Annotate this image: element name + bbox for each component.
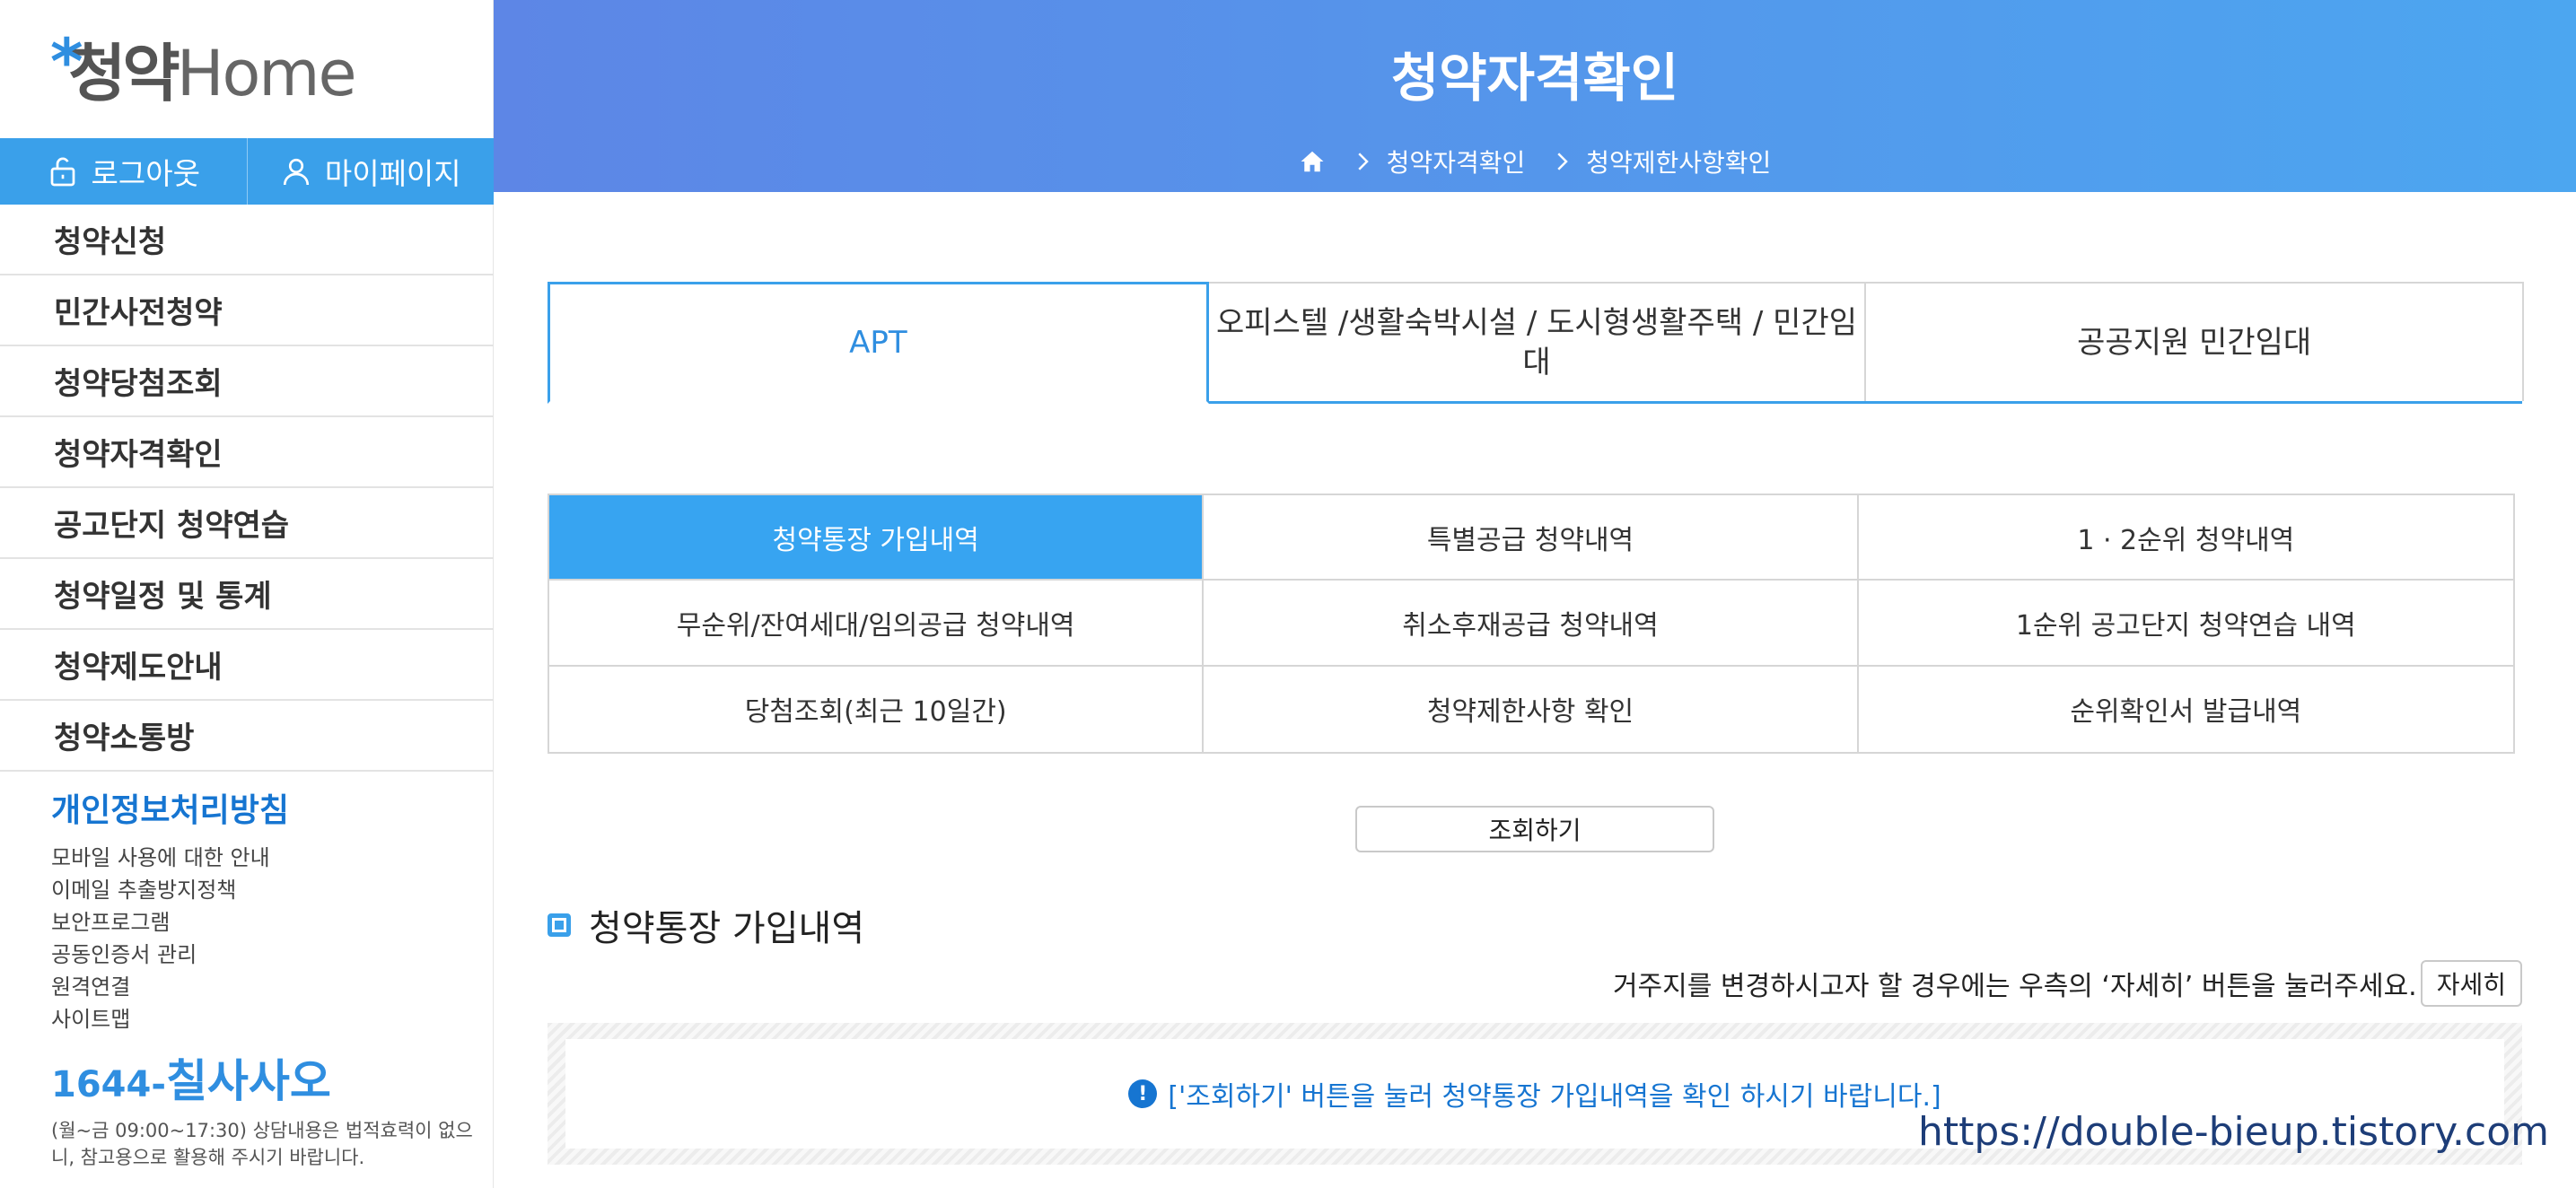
tab-officetel[interactable]: 오피스텔 /생활숙박시설 / 도시형생활주택 / 민간임대 [1206,282,1867,401]
unlock-icon [50,157,74,187]
sidebar-item-pre-apply[interactable]: 민간사전청약 [0,275,494,346]
sub-tab-grid: 청약통장 가입내역 특별공급 청약내역 1 · 2순위 청약내역 무순위/잔여세… [548,494,2515,754]
mypage-label: 마이페이지 [324,156,461,191]
breadcrumb-home[interactable] [1299,148,1326,175]
subtab-rank-certificate[interactable]: 순위확인서 발급내역 [1859,667,2513,752]
sidebar-item-winning-check[interactable]: 청약당첨조회 [0,346,494,417]
address-notice: 거주지를 변경하시고자 할 경우에는 우측의 ‘자세히’ 버튼을 눌러주세요. … [1613,960,2522,1007]
breadcrumb-label: 청약자격확인 [1386,148,1526,178]
user-icon [283,158,309,186]
security-program-link[interactable]: 보안프로그램 [51,906,482,939]
subtab-rank-1-2[interactable]: 1 · 2순위 청약내역 [1858,495,2513,581]
sidebar-item-practice[interactable]: 공고단지 청약연습 [0,488,494,559]
contact-info: 1644-칠사사오 (월~금 09:00~17:30) 상담내용은 법적효력이 … [51,1045,491,1171]
mobile-guide-link[interactable]: 모바일 사용에 대한 안내 [51,842,482,874]
policy-links: 개인정보처리방침 모바일 사용에 대한 안내 이메일 추출방지정책 보안프로그램… [51,784,482,1035]
sidebar-item-schedule[interactable]: 청약일정 및 통계 [0,559,494,630]
remote-link[interactable]: 원격연결 [51,971,482,1003]
mypage-button[interactable]: 마이페이지 [246,138,495,205]
detail-button[interactable]: 자세히 [2420,960,2522,1007]
auth-bar: 로그아웃 마이페이지 [0,138,494,205]
breadcrumb-item-eligibility[interactable]: 청약자격확인 [1349,144,1526,179]
watermark: https://double-bieup.tistory.com [1918,1109,2549,1155]
phone-number: 1644-칠사사오 [51,1045,491,1110]
subtab-practice-history[interactable]: 1순위 공고단지 청약연습 내역 [1858,581,2513,667]
subtab-special-supply[interactable]: 특별공급 청약내역 [1204,495,1859,581]
subtab-no-rank[interactable]: 무순위/잔여세대/임의공급 청약내역 [549,581,1205,667]
query-button[interactable]: 조회하기 [1355,806,1714,852]
logout-label: 로그아웃 [91,156,200,191]
type-tabs: APT 오피스텔 /생활숙박시설 / 도시형생활주택 / 민간임대 공공지원 민… [548,282,2525,404]
sitemap-link[interactable]: 사이트맵 [51,1003,482,1035]
breadcrumb: 청약자격확인 청약제한사항확인 [494,144,2576,179]
address-notice-text: 거주지를 변경하시고자 할 경우에는 우측의 ‘자세히’ 버튼을 눌러주세요. [1612,971,2417,1002]
privacy-policy-link[interactable]: 개인정보처리방침 [51,784,482,831]
breadcrumb-item-restriction[interactable]: 청약제한사항확인 [1548,144,1771,179]
logo-star-icon: * [50,25,83,99]
home-icon [1301,151,1324,172]
sidebar-item-eligibility[interactable]: 청약자격확인 [0,417,494,488]
subtab-resupply[interactable]: 취소후재공급 청약내역 [1204,581,1859,667]
contact-desc: (월~금 09:00~17:30) 상담내용은 법적효력이 없으니, 참고용으로… [51,1120,473,1168]
tab-apt[interactable]: APT [548,282,1209,404]
phone-main: 칠사사오 [165,1055,331,1107]
subtab-winning-recent[interactable]: 당첨조회(최근 10일간) [549,666,1205,752]
result-message: ['조회하기' 버튼을 눌러 청약통장 가입내역을 확인 하시기 바랍니다.] [1168,1081,1941,1113]
section-title: 청약통장 가입내역 [548,899,864,951]
phone-prefix: 1644- [51,1064,166,1105]
sidebar: * 청약 Home 로그아웃 마이페이지 청약신청 민간사전청약 청약당첨조회 … [0,0,494,1188]
logout-button[interactable]: 로그아웃 [0,138,247,205]
sidebar-menu: 청약신청 민간사전청약 청약당첨조회 청약자격확인 공고단지 청약연습 청약일정… [0,205,494,772]
chevron-right-icon [1557,153,1569,170]
section-title-text: 청약통장 가입내역 [589,908,865,949]
breadcrumb-label: 청약제한사항확인 [1586,148,1772,178]
sidebar-item-guide[interactable]: 청약제도안내 [0,630,494,701]
sidebar-item-community[interactable]: 청약소통방 [0,701,494,772]
section-square-icon [548,913,571,937]
page-header: 청약자격확인 청약자격확인 청약제한사항확인 [494,0,2576,192]
sidebar-item-apply[interactable]: 청약신청 [0,205,494,275]
chevron-right-icon [1358,153,1369,170]
logo-home-text: Home [176,37,357,110]
email-policy-link[interactable]: 이메일 추출방지정책 [51,874,482,906]
logo[interactable]: * 청약 Home [50,31,357,120]
subtab-restriction-check[interactable]: 청약제한사항 확인 [1204,666,1859,752]
page-title: 청약자격확인 [1390,48,1679,109]
certificate-link[interactable]: 공동인증서 관리 [51,939,482,971]
tab-public-rental[interactable]: 공공지원 민간임대 [1864,282,2525,401]
subtab-account-history[interactable]: 청약통장 가입내역 [549,495,1205,581]
info-icon: ! [1128,1079,1158,1108]
